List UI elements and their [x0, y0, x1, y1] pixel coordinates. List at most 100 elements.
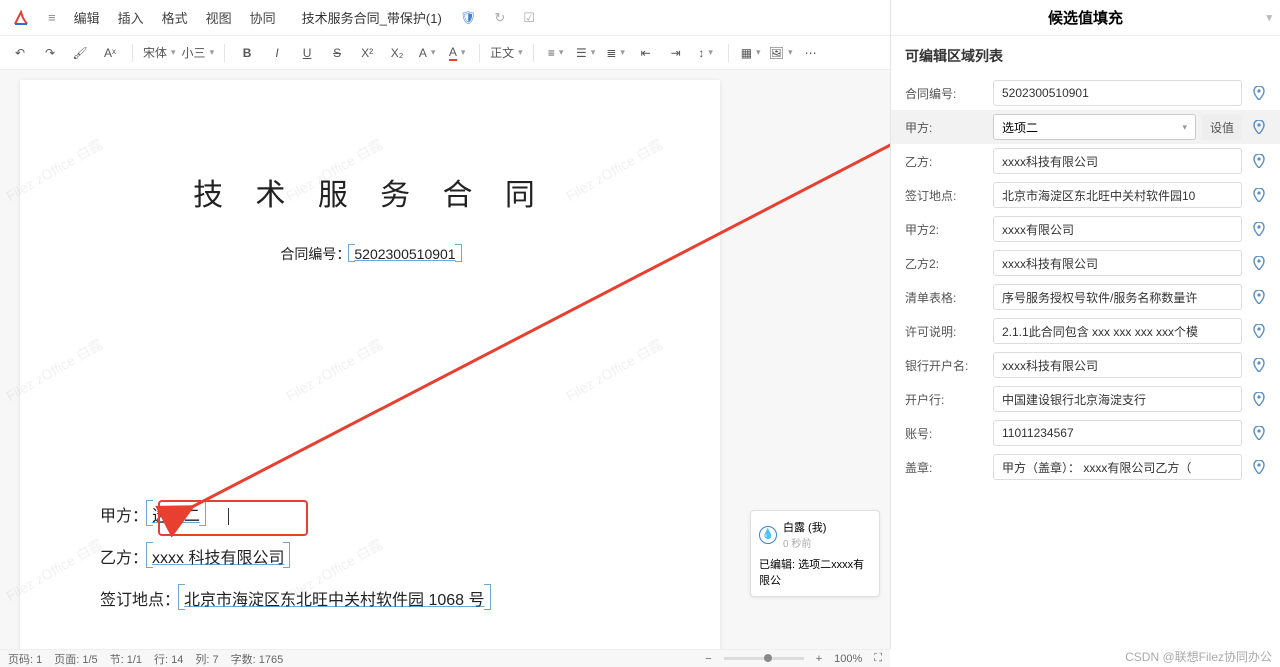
panel-row-input[interactable]: xxxx有限公司	[993, 216, 1242, 242]
zoom-in-icon[interactable]: +	[816, 653, 822, 665]
italic-icon[interactable]: I	[265, 41, 289, 65]
image-insert-icon[interactable]: 🖼▾	[769, 41, 793, 65]
sign-place-field[interactable]: 北京市海淀区东北旺中关村软件园 1068 号	[180, 586, 489, 610]
panel-collapse-icon[interactable]: ▾	[1266, 11, 1272, 24]
panel-row-label: 甲方:	[901, 119, 987, 136]
locate-icon[interactable]	[1248, 318, 1270, 344]
zoom-slider[interactable]	[724, 657, 804, 660]
status-page: 页面: 1/5	[54, 651, 97, 667]
locate-icon[interactable]	[1248, 182, 1270, 208]
outdent-icon[interactable]: ⇤	[634, 41, 658, 65]
panel-row-input[interactable]: 11011234567	[993, 420, 1242, 446]
panel-row-label: 开户行:	[901, 391, 987, 408]
menu-collab[interactable]: 协同	[250, 8, 276, 27]
table-insert-icon[interactable]: ▦▾	[739, 41, 763, 65]
comment-time: 0 秒前	[783, 535, 826, 550]
locate-icon[interactable]	[1248, 352, 1270, 378]
edit-comment-popup[interactable]: 💧 白露 (我) 0 秒前 已编辑: 选项二xxxx有限公	[750, 510, 880, 597]
locate-icon[interactable]	[1248, 80, 1270, 106]
attribution: CSDN @联想Filez协同办公	[1125, 648, 1272, 665]
fullscreen-icon[interactable]: ⛶	[874, 652, 882, 665]
font-color-icon[interactable]: A▾	[445, 41, 469, 65]
locate-icon[interactable]	[1248, 454, 1270, 480]
panel-row: 开户行: 中国建设银行北京海淀支行	[891, 382, 1280, 416]
panel-row-label: 银行开户名:	[901, 357, 987, 374]
locate-icon[interactable]	[1248, 420, 1270, 446]
panel-row-input[interactable]: xxxx科技有限公司	[993, 148, 1242, 174]
menu-edit[interactable]: 编辑	[74, 8, 100, 27]
undo-icon[interactable]: ↶	[8, 41, 32, 65]
panel-title: 候选值填充 ▾	[891, 0, 1280, 36]
strike-icon[interactable]: S	[325, 41, 349, 65]
panel-row-input[interactable]: 甲方（盖章）： xxxx有限公司乙方（	[993, 454, 1242, 480]
line-spacing-icon[interactable]: ↕▾	[694, 41, 718, 65]
bookmark-icon[interactable]: ☑	[523, 10, 535, 26]
clock-icon[interactable]: ↻	[494, 10, 505, 26]
locate-icon[interactable]	[1248, 114, 1270, 140]
doc-number-line: 合同编号：5202300510901	[100, 244, 640, 264]
panel-row-input[interactable]: 序号服务授权号软件/服务名称数量许	[993, 284, 1242, 310]
panel-row: 乙方: xxxx科技有限公司	[891, 144, 1280, 178]
menu-format[interactable]: 格式	[162, 8, 188, 27]
party-b-field[interactable]: xxxx 科技有限公司	[148, 544, 288, 568]
status-section: 节: 1/1	[110, 651, 142, 667]
underline-icon[interactable]: U	[295, 41, 319, 65]
locate-icon[interactable]	[1248, 284, 1270, 310]
paint-icon[interactable]: 🖌	[68, 41, 92, 65]
comment-user: 白露 (我)	[783, 519, 826, 535]
superscript-icon[interactable]: X²	[355, 41, 379, 65]
panel-row: 合同编号:5202300510901	[891, 76, 1280, 110]
panel-row-input[interactable]: 5202300510901	[993, 80, 1242, 106]
party-b-line: 乙方：xxxx 科技有限公司	[100, 544, 640, 568]
highlight-color-icon[interactable]: A▾	[415, 41, 439, 65]
paragraph-style-select[interactable]: 正文▾	[490, 44, 523, 61]
panel-row: 甲方: 选项二▾设值	[891, 110, 1280, 144]
locate-icon[interactable]	[1248, 250, 1270, 276]
zoom-out-icon[interactable]: −	[705, 653, 711, 665]
more-icon[interactable]: ⋯	[799, 41, 823, 65]
list-ul-icon[interactable]: ☰▾	[574, 41, 598, 65]
panel-row-label: 账号:	[901, 425, 987, 442]
panel-row-label: 签订地点:	[901, 187, 987, 204]
indent-icon[interactable]: ⇥	[664, 41, 688, 65]
font-family-select[interactable]: 宋体▾	[143, 44, 176, 61]
panel-row-input[interactable]: 2.1.1此合同包含 xxx xxx xxx xxx个模	[993, 318, 1242, 344]
panel-row-label: 清单表格:	[901, 289, 987, 306]
align-icon[interactable]: ≡▾	[544, 41, 568, 65]
bold-icon[interactable]: B	[235, 41, 259, 65]
list-ol-icon[interactable]: ≣▾	[604, 41, 628, 65]
locate-icon[interactable]	[1248, 386, 1270, 412]
panel-row-input[interactable]: xxxx科技有限公司	[993, 250, 1242, 276]
zoom-value[interactable]: 100%	[834, 653, 862, 665]
party-a-field[interactable]: 选项二	[148, 502, 204, 526]
panel-row-input[interactable]: xxxx科技有限公司	[993, 352, 1242, 378]
menu-insert[interactable]: 插入	[118, 8, 144, 27]
subscript-icon[interactable]: X₂	[385, 41, 409, 65]
panel-row-input[interactable]: 北京市海淀区东北旺中关村软件园10	[993, 182, 1242, 208]
hamburger-icon[interactable]: ≡	[48, 10, 56, 25]
panel-row: 银行开户名: xxxx科技有限公司	[891, 348, 1280, 382]
party-a-line: 甲方：选项二	[100, 502, 640, 526]
page[interactable]: Filez zOffice 白露 Filez zOffice 白露 Filez …	[20, 80, 720, 649]
menu-view[interactable]: 视图	[206, 8, 232, 27]
panel-row: 签订地点: 北京市海淀区东北旺中关村软件园10	[891, 178, 1280, 212]
panel-row-input[interactable]: 中国建设银行北京海淀支行	[993, 386, 1242, 412]
place-line: 签订地点：北京市海淀区东北旺中关村软件园 1068 号	[100, 586, 640, 610]
redo-icon[interactable]: ↷	[38, 41, 62, 65]
locate-icon[interactable]	[1248, 148, 1270, 174]
contract-number-field[interactable]: 5202300510901	[350, 246, 459, 262]
font-size-select[interactable]: 小三▾	[182, 44, 215, 61]
locate-icon[interactable]	[1248, 216, 1270, 242]
panel-row: 盖章:甲方（盖章）： xxxx有限公司乙方（	[891, 450, 1280, 484]
status-bar: 页码: 1 页面: 1/5 节: 1/1 行: 14 列: 7 字数: 1765…	[0, 649, 890, 667]
panel-subtitle: 可编辑区域列表	[891, 36, 1280, 76]
clear-format-icon[interactable]: Aˣ	[98, 41, 122, 65]
comment-action: 已编辑:	[759, 559, 795, 571]
panel-row-label: 乙方:	[901, 153, 987, 170]
panel-row-select[interactable]: 选项二▾	[993, 114, 1196, 140]
doc-title: 技术服务合同_带保护(1)	[302, 8, 442, 27]
panel-row-label: 乙方2:	[901, 255, 987, 272]
set-value-button[interactable]: 设值	[1202, 114, 1242, 140]
shield-icon[interactable]: 🛡	[460, 10, 477, 26]
panel-row: 乙方2: xxxx科技有限公司	[891, 246, 1280, 280]
